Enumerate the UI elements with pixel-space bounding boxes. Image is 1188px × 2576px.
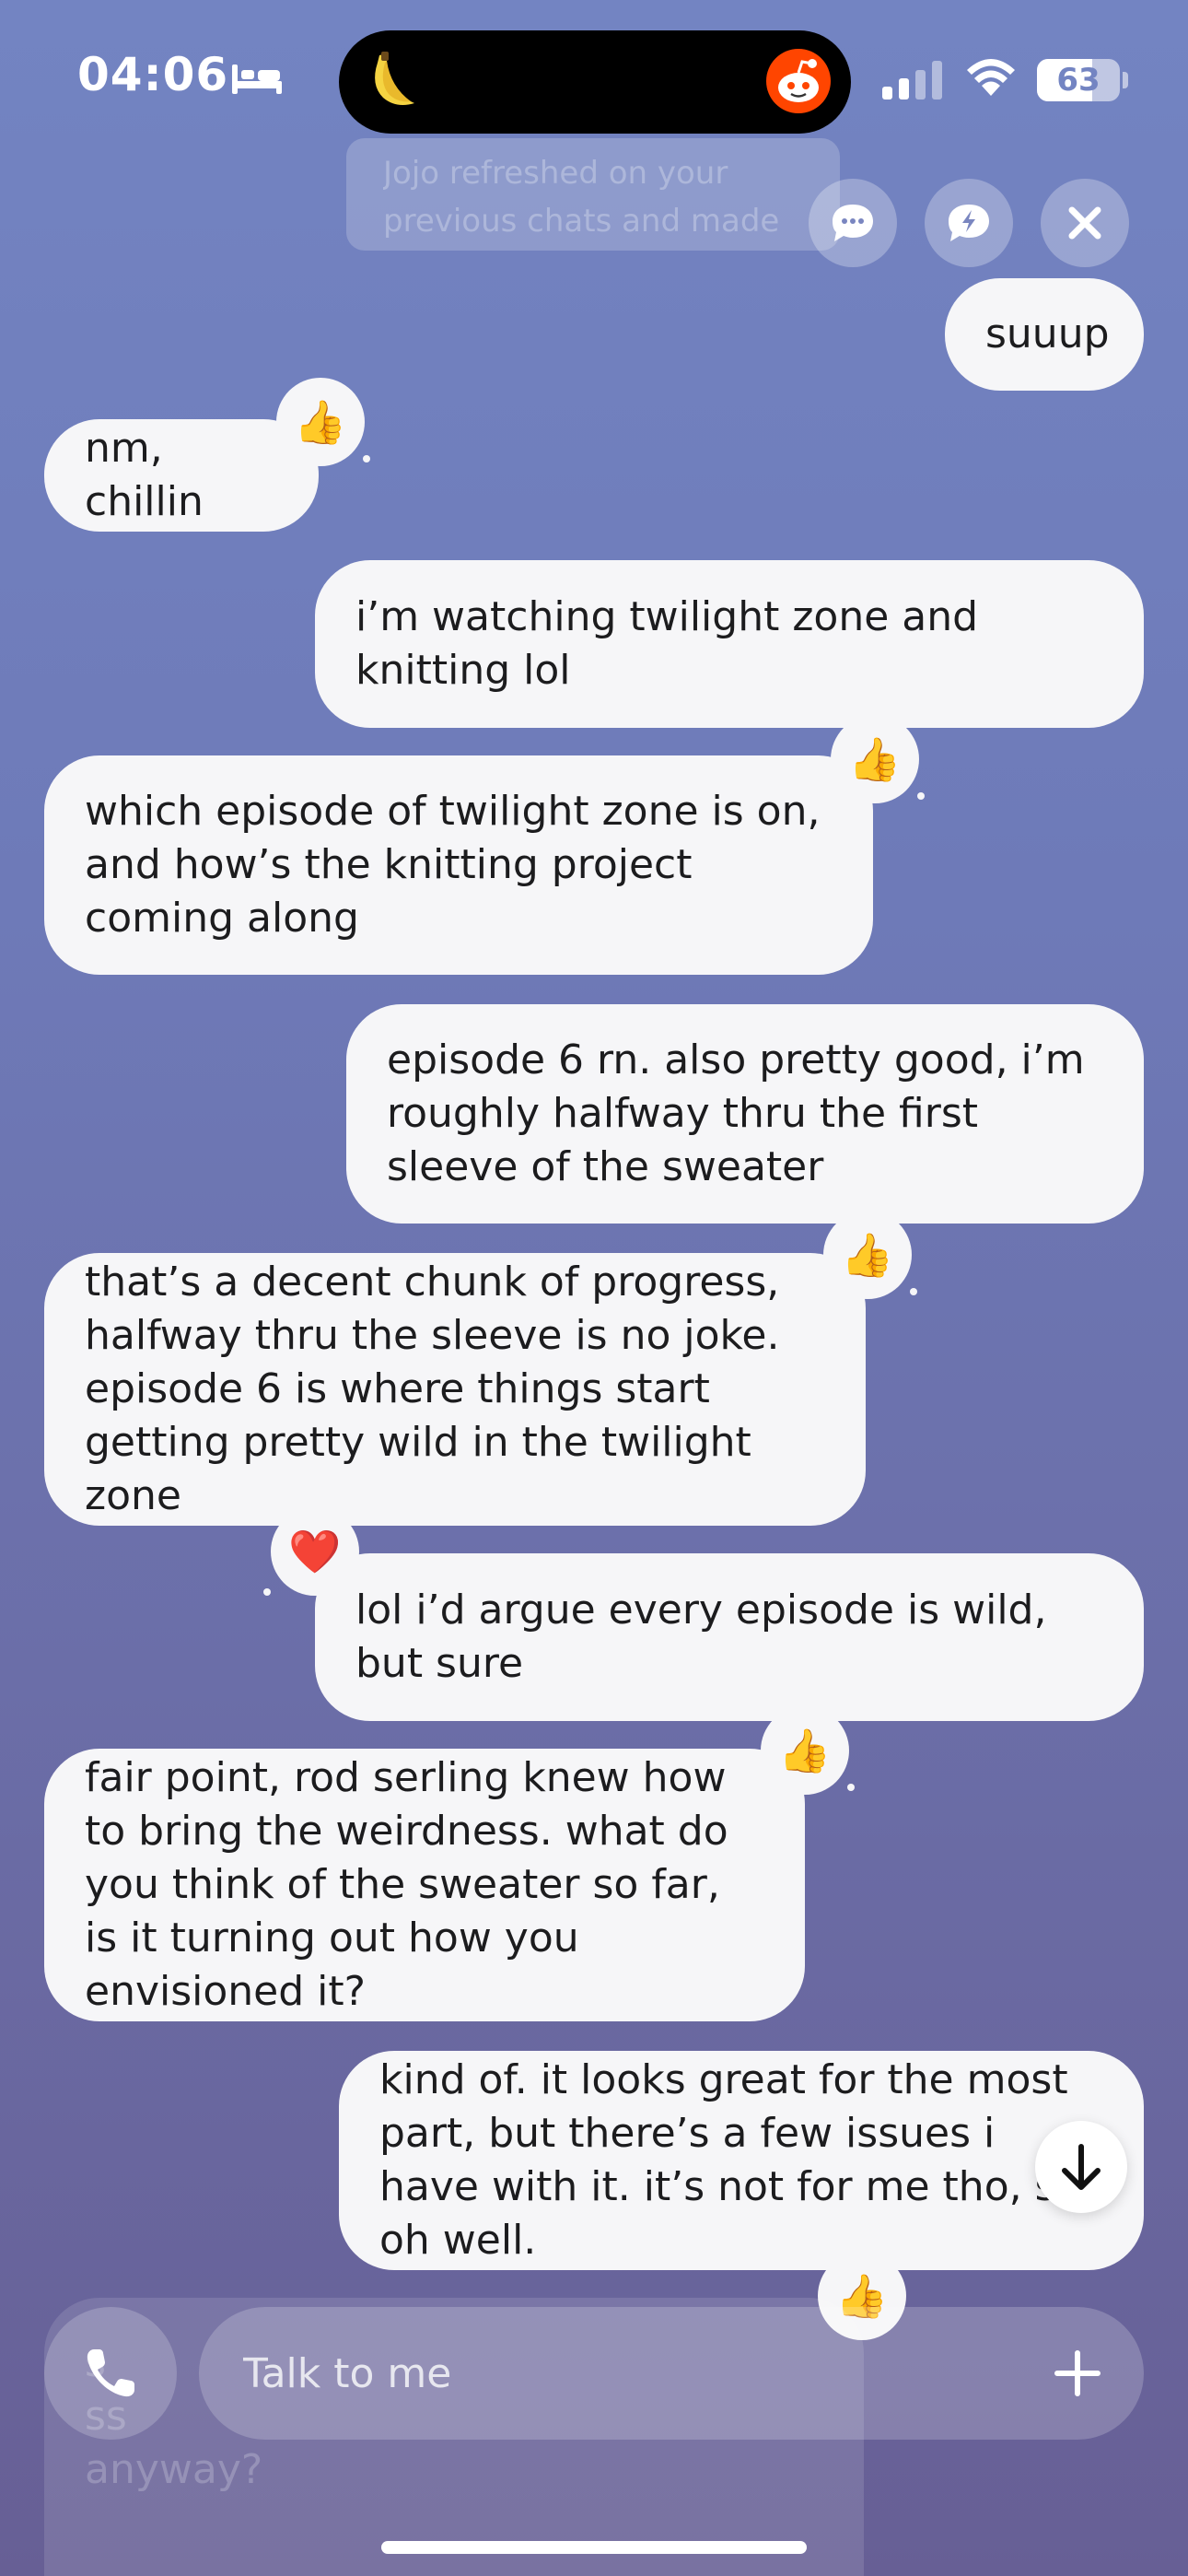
- user-message: kind of. it looks great for the most par…: [339, 2051, 1144, 2270]
- user-message: suuup: [945, 278, 1144, 391]
- flash-bubble-icon: [949, 205, 989, 241]
- bot-message: that’s a decent chunk of progress, halfw…: [44, 1253, 866, 1526]
- reaction-tail: [910, 1288, 917, 1295]
- plus-icon: [1054, 2350, 1101, 2396]
- reaction-tail: [363, 455, 370, 463]
- message-composer: [199, 2307, 1144, 2440]
- reaction-tail: [917, 792, 925, 800]
- bed-icon: [232, 64, 282, 94]
- reaction-thumbs-up[interactable]: 👍: [761, 1706, 849, 1795]
- call-button[interactable]: [44, 2307, 177, 2440]
- close-icon: [1068, 206, 1101, 240]
- reaction-tail: [847, 1784, 855, 1791]
- user-message: i’m watching twilight zone and knitting …: [315, 560, 1144, 728]
- memory-notice-text: Jojo refreshed on your previous chats an…: [383, 155, 780, 240]
- reddit-icon: [766, 49, 831, 113]
- close-button[interactable]: [1041, 179, 1129, 267]
- banana-icon: [375, 52, 414, 105]
- user-message: episode 6 rn. also pretty good, i’m roug…: [346, 1004, 1144, 1224]
- chat-bubble-button[interactable]: [809, 179, 897, 267]
- user-message: lol i’d argue every episode is wild, but…: [315, 1553, 1144, 1721]
- reaction-thumbs-up[interactable]: 👍: [831, 715, 919, 803]
- reaction-tail: [263, 1588, 271, 1596]
- scroll-down-button[interactable]: [1035, 2121, 1127, 2213]
- message-input[interactable]: [243, 2307, 980, 2440]
- attach-button[interactable]: [1033, 2329, 1122, 2418]
- bot-message: fair point, rod serling knew how to brin…: [44, 1749, 805, 2021]
- home-indicator[interactable]: [381, 2541, 807, 2554]
- status-time: 04:06: [77, 48, 229, 101]
- battery-percent: 63: [1056, 62, 1101, 99]
- reaction-heart[interactable]: ❤️: [271, 1507, 359, 1596]
- chat-bubble-icon: [833, 205, 873, 241]
- reaction-thumbs-up[interactable]: 👍: [276, 378, 365, 466]
- arrow-down-icon: [1062, 2144, 1101, 2190]
- battery-cap: [1123, 72, 1128, 88]
- bot-message: which episode of twilight zone is on, an…: [44, 755, 873, 975]
- signal-icon: [882, 61, 942, 100]
- phone-icon: [87, 2349, 134, 2397]
- reaction-thumbs-up[interactable]: 👍: [823, 1211, 912, 1299]
- wifi-icon: [967, 59, 1015, 96]
- bot-message: nm, chillin: [44, 419, 319, 532]
- flash-bubble-button[interactable]: [925, 179, 1013, 267]
